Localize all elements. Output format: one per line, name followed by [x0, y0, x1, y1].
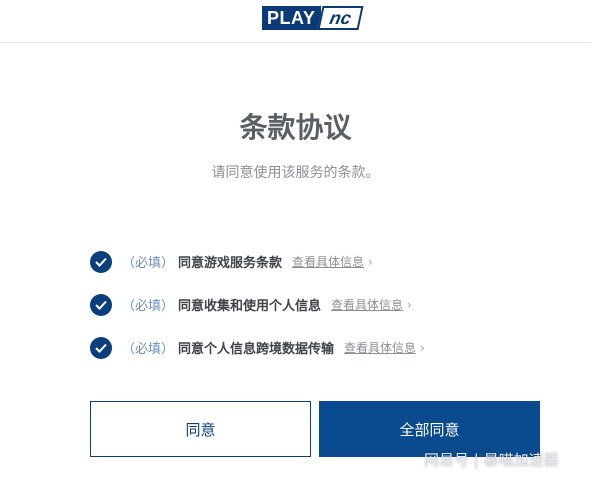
- term-item-cross-border: （必填） 同意个人信息跨境数据传输 查看具体信息 ›: [90, 326, 510, 369]
- watermark-text: 网易号 | 暴喵加速器: [424, 451, 559, 469]
- term-item-personal-info: （必填） 同意收集和使用个人信息 查看具体信息 ›: [90, 283, 510, 326]
- logo-play-text: PLAY: [262, 6, 322, 30]
- term-label: 同意个人信息跨境数据传输: [178, 342, 335, 357]
- chevron-right-icon: ›: [368, 254, 373, 269]
- view-details-link[interactable]: 查看具体信息: [344, 339, 416, 356]
- checkbox-checked-icon[interactable]: [90, 336, 112, 359]
- chevron-right-icon: ›: [420, 340, 425, 355]
- required-tag: （必填）: [122, 299, 175, 314]
- page-subtitle: 请同意使用该服务的条款。: [211, 165, 380, 181]
- chevron-right-icon: ›: [407, 297, 412, 312]
- term-item-game-service: （必填） 同意游戏服务条款 查看具体信息 ›: [90, 240, 510, 283]
- header-bar: PLAY nc: [0, 0, 591, 43]
- term-label: 同意游戏服务条款: [178, 256, 283, 271]
- required-tag: （必填）: [122, 342, 175, 357]
- page-title: 条款协议: [239, 111, 352, 144]
- terms-list: （必填） 同意游戏服务条款 查看具体信息 › （必填） 同意收集和使用个人信息 …: [90, 240, 510, 369]
- term-label: 同意收集和使用个人信息: [178, 299, 322, 314]
- view-details-link[interactable]: 查看具体信息: [292, 253, 364, 270]
- checkbox-checked-icon[interactable]: [90, 250, 112, 273]
- plaync-logo[interactable]: PLAY nc: [262, 6, 366, 30]
- view-details-link[interactable]: 查看具体信息: [331, 296, 403, 313]
- required-tag: （必填）: [122, 256, 175, 271]
- logo-nc-text: nc: [317, 6, 364, 30]
- agree-button[interactable]: 同意: [90, 401, 311, 457]
- checkbox-checked-icon[interactable]: [90, 293, 112, 316]
